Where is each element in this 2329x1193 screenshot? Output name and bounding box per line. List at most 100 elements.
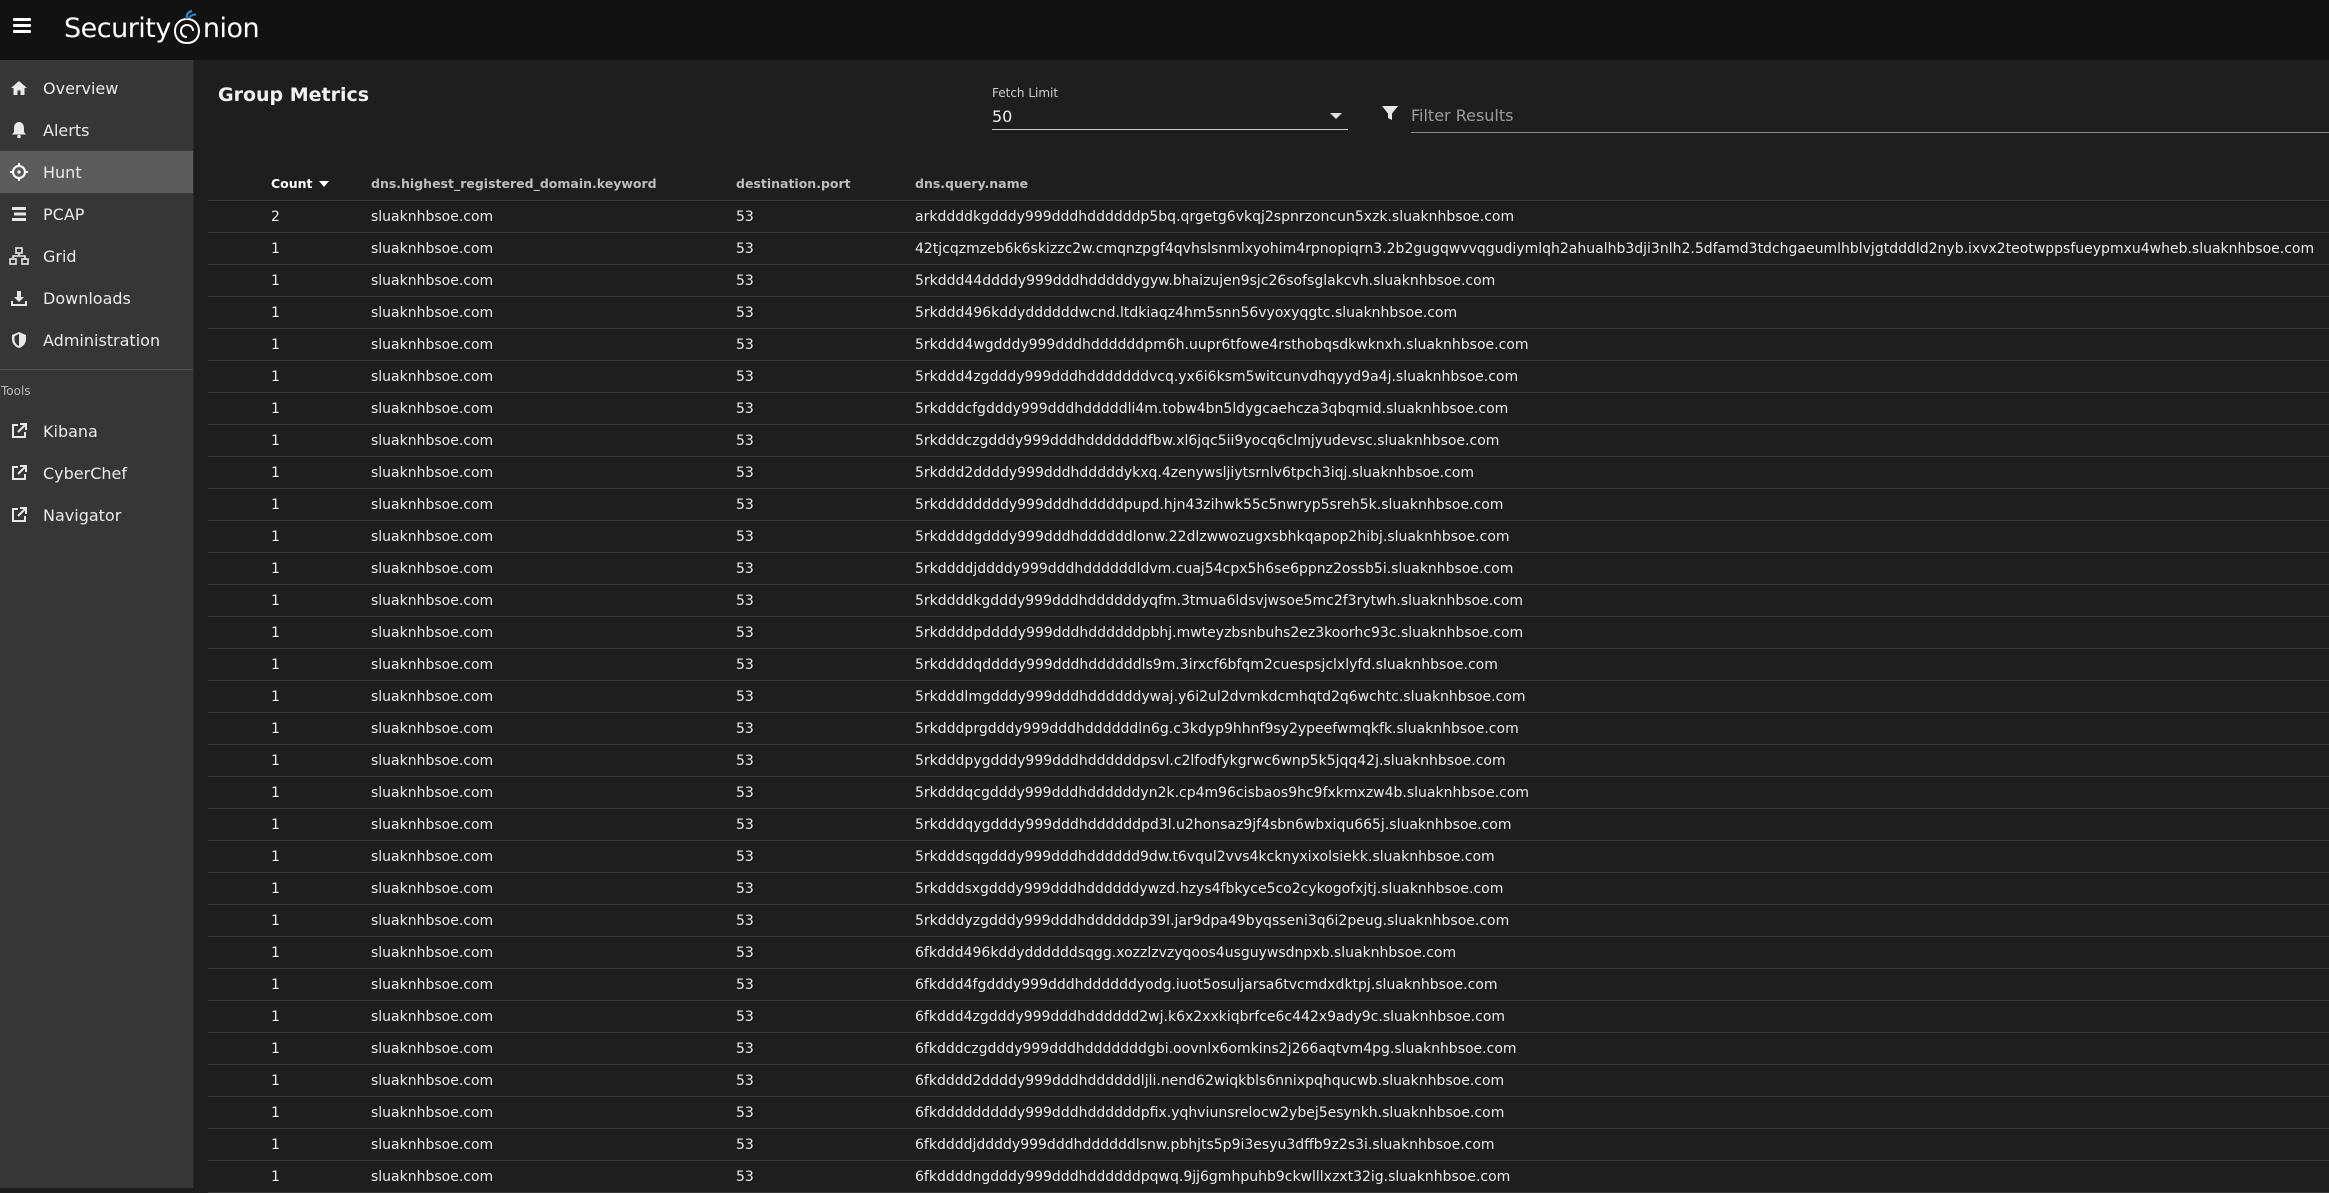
fetch-limit-dropdown[interactable]: 50 — [992, 103, 1348, 130]
sidebar-item-pcap[interactable]: PCAP — [0, 193, 193, 235]
table-row[interactable]: 1 sluaknhbsoe.com 53 5rkdddqcgdddy999dddhdd… — [208, 777, 2329, 809]
query-name-cell[interactable]: 5rkdddqygdddy999dddhddddddpd3l.u2honsaz9… — [915, 817, 2329, 833]
count-cell[interactable]: 1 — [271, 273, 371, 289]
query-name-cell[interactable]: arkddddkgdddy999dddhddddddp5bq.qrgetg6vk… — [915, 209, 2329, 225]
table-row[interactable]: 1 sluaknhbsoe.com 53 5rkddd44ddddy999dddhdd… — [208, 265, 2329, 297]
filter-results-input[interactable] — [1411, 101, 2329, 129]
domain-cell[interactable]: sluaknhbsoe.com — [371, 1073, 736, 1089]
port-cell[interactable]: 53 — [736, 913, 915, 929]
domain-cell[interactable]: sluaknhbsoe.com — [371, 209, 736, 225]
query-name-cell[interactable]: 5rkddddkgdddy999dddhddddddyqfm.3tmua6lds… — [915, 593, 2329, 609]
port-cell[interactable]: 53 — [736, 337, 915, 353]
domain-cell[interactable]: sluaknhbsoe.com — [371, 817, 736, 833]
filter-results-field[interactable] — [1411, 101, 2329, 133]
count-cell[interactable]: 1 — [271, 625, 371, 641]
domain-cell[interactable]: sluaknhbsoe.com — [371, 913, 736, 929]
port-cell[interactable]: 53 — [736, 465, 915, 481]
table-row[interactable]: 1 sluaknhbsoe.com 53 6fkdddd2ddddy999dddhdd… — [208, 1065, 2329, 1097]
count-cell[interactable]: 2 — [271, 209, 371, 225]
table-row[interactable]: 1 sluaknhbsoe.com 53 5rkdddqygdddy999dddhdd… — [208, 809, 2329, 841]
domain-cell[interactable]: sluaknhbsoe.com — [371, 529, 736, 545]
domain-cell[interactable]: sluaknhbsoe.com — [371, 305, 736, 321]
port-cell[interactable]: 53 — [736, 689, 915, 705]
domain-cell[interactable]: sluaknhbsoe.com — [371, 945, 736, 961]
table-row[interactable]: 1 sluaknhbsoe.com 53 5rkdddczgdddy999dddhdd… — [208, 425, 2329, 457]
table-row[interactable]: 1 sluaknhbsoe.com 53 5rkddd4wgdddy999dddhdd… — [208, 329, 2329, 361]
query-name-cell[interactable]: 5rkdddsxgdddy999dddhddddddywzd.hzys4fbky… — [915, 881, 2329, 897]
table-row[interactable]: 1 sluaknhbsoe.com 53 5rkdddcfgdddy999dddhdd… — [208, 393, 2329, 425]
sidebar-item-navigator[interactable]: Navigator — [0, 494, 193, 536]
domain-cell[interactable]: sluaknhbsoe.com — [371, 337, 736, 353]
count-cell[interactable]: 1 — [271, 913, 371, 929]
query-name-cell[interactable]: 6fkddddjddddy999dddhddddddlsnw.pbhjts5p9… — [915, 1137, 2329, 1153]
count-cell[interactable]: 1 — [271, 1137, 371, 1153]
query-name-cell[interactable]: 5rkdddczgdddy999dddhdddddddfbw.xl6jqc5ii… — [915, 433, 2329, 449]
port-cell[interactable]: 53 — [736, 1169, 915, 1185]
port-cell[interactable]: 53 — [736, 401, 915, 417]
count-cell[interactable]: 1 — [271, 657, 371, 673]
domain-cell[interactable]: sluaknhbsoe.com — [371, 881, 736, 897]
count-cell[interactable]: 1 — [271, 1073, 371, 1089]
count-cell[interactable]: 1 — [271, 401, 371, 417]
query-name-cell[interactable]: 5rkdddqcgdddy999dddhddddddyn2k.cp4m96cis… — [915, 785, 2329, 801]
count-cell[interactable]: 1 — [271, 881, 371, 897]
query-name-cell[interactable]: 5rkddd4wgdddy999dddhddddddpm6h.uupr6tfow… — [915, 337, 2329, 353]
count-cell[interactable]: 1 — [271, 849, 371, 865]
query-name-cell[interactable]: 5rkdddlmgdddy999dddhddddddywaj.y6i2ul2dv… — [915, 689, 2329, 705]
domain-cell[interactable]: sluaknhbsoe.com — [371, 433, 736, 449]
count-cell[interactable]: 1 — [271, 1041, 371, 1057]
table-row[interactable]: 1 sluaknhbsoe.com 53 6fkddddngdddy999dddhdd… — [208, 1161, 2329, 1193]
table-row[interactable]: 1 sluaknhbsoe.com 53 6fkddddjddddy999dddhdd… — [208, 1129, 2329, 1161]
sidebar-item-administration[interactable]: Administration — [0, 319, 193, 361]
table-row[interactable]: 1 sluaknhbsoe.com 53 42tjcqzmzeb6k6skizzc2w… — [208, 233, 2329, 265]
table-row[interactable]: 1 sluaknhbsoe.com 53 5rkdddprgdddy999dddhdd… — [208, 713, 2329, 745]
count-cell[interactable]: 1 — [271, 721, 371, 737]
sidebar-item-kibana[interactable]: Kibana — [0, 410, 193, 452]
domain-cell[interactable]: sluaknhbsoe.com — [371, 561, 736, 577]
port-cell[interactable]: 53 — [736, 209, 915, 225]
domain-cell[interactable]: sluaknhbsoe.com — [371, 497, 736, 513]
query-name-cell[interactable]: 5rkddd44ddddy999dddhdddddygyw.bhaizujen9… — [915, 273, 2329, 289]
domain-cell[interactable]: sluaknhbsoe.com — [371, 785, 736, 801]
port-cell[interactable]: 53 — [736, 977, 915, 993]
port-cell[interactable]: 53 — [736, 881, 915, 897]
query-name-cell[interactable]: 5rkdddcfgdddy999dddhdddddli4m.tobw4bn5ld… — [915, 401, 2329, 417]
table-row[interactable]: 1 sluaknhbsoe.com 53 5rkddddkgdddy999dddhdd… — [208, 585, 2329, 617]
port-cell[interactable]: 53 — [736, 273, 915, 289]
port-cell[interactable]: 53 — [736, 625, 915, 641]
query-name-cell[interactable]: 5rkddddddddy999dddhdddddpupd.hjn43zihwk5… — [915, 497, 2329, 513]
column-header-query-name[interactable]: dns.query.name — [915, 176, 2329, 191]
sidebar-item-downloads[interactable]: Downloads — [0, 277, 193, 319]
table-row[interactable]: 1 sluaknhbsoe.com 53 6fkddd496kddyddddddsqg… — [208, 937, 2329, 969]
sidebar-item-cyberchef[interactable]: CyberChef — [0, 452, 193, 494]
count-cell[interactable]: 1 — [271, 817, 371, 833]
table-row[interactable]: 1 sluaknhbsoe.com 53 6fkddd4fgdddy999dddhdd… — [208, 969, 2329, 1001]
port-cell[interactable]: 53 — [736, 753, 915, 769]
port-cell[interactable]: 53 — [736, 497, 915, 513]
query-name-cell[interactable]: 6fkdddczgdddy999dddhdddddddgbi.oovnlx6om… — [915, 1041, 2329, 1057]
count-cell[interactable]: 1 — [271, 241, 371, 257]
chevron-down-icon[interactable] — [1330, 113, 1342, 119]
count-cell[interactable]: 1 — [271, 753, 371, 769]
port-cell[interactable]: 53 — [736, 593, 915, 609]
count-cell[interactable]: 1 — [271, 561, 371, 577]
domain-cell[interactable]: sluaknhbsoe.com — [371, 1169, 736, 1185]
query-name-cell[interactable]: 6fkddd496kddyddddddsqgg.xozzlzvzyqoos4us… — [915, 945, 2329, 961]
domain-cell[interactable]: sluaknhbsoe.com — [371, 625, 736, 641]
query-name-cell[interactable]: 5rkddd2ddddy999dddhdddddykxq.4zenywsljiy… — [915, 465, 2329, 481]
query-name-cell[interactable]: 42tjcqzmzeb6k6skizzc2w.cmqnzpgf4qvhslsnm… — [915, 241, 2329, 257]
count-cell[interactable]: 1 — [271, 1009, 371, 1025]
port-cell[interactable]: 53 — [736, 1137, 915, 1153]
table-row[interactable]: 1 sluaknhbsoe.com 53 5rkddd496kddyddddddwcn… — [208, 297, 2329, 329]
count-cell[interactable]: 1 — [271, 1105, 371, 1121]
port-cell[interactable]: 53 — [736, 721, 915, 737]
table-row[interactable]: 1 sluaknhbsoe.com 53 5rkddddjddddy999dddhdd… — [208, 553, 2329, 585]
table-row[interactable]: 1 sluaknhbsoe.com 53 6fkddd4zgdddy999dddhdd… — [208, 1001, 2329, 1033]
table-row[interactable]: 1 sluaknhbsoe.com 53 6fkdddddddddy999dddhdd… — [208, 1097, 2329, 1129]
port-cell[interactable]: 53 — [736, 1073, 915, 1089]
table-row[interactable]: 1 sluaknhbsoe.com 53 5rkddddpddddy999dddhdd… — [208, 617, 2329, 649]
domain-cell[interactable]: sluaknhbsoe.com — [371, 401, 736, 417]
column-header-port[interactable]: destination.port — [736, 176, 915, 191]
table-row[interactable]: 1 sluaknhbsoe.com 53 5rkddddddddy999dddhddd… — [208, 489, 2329, 521]
domain-cell[interactable]: sluaknhbsoe.com — [371, 849, 736, 865]
